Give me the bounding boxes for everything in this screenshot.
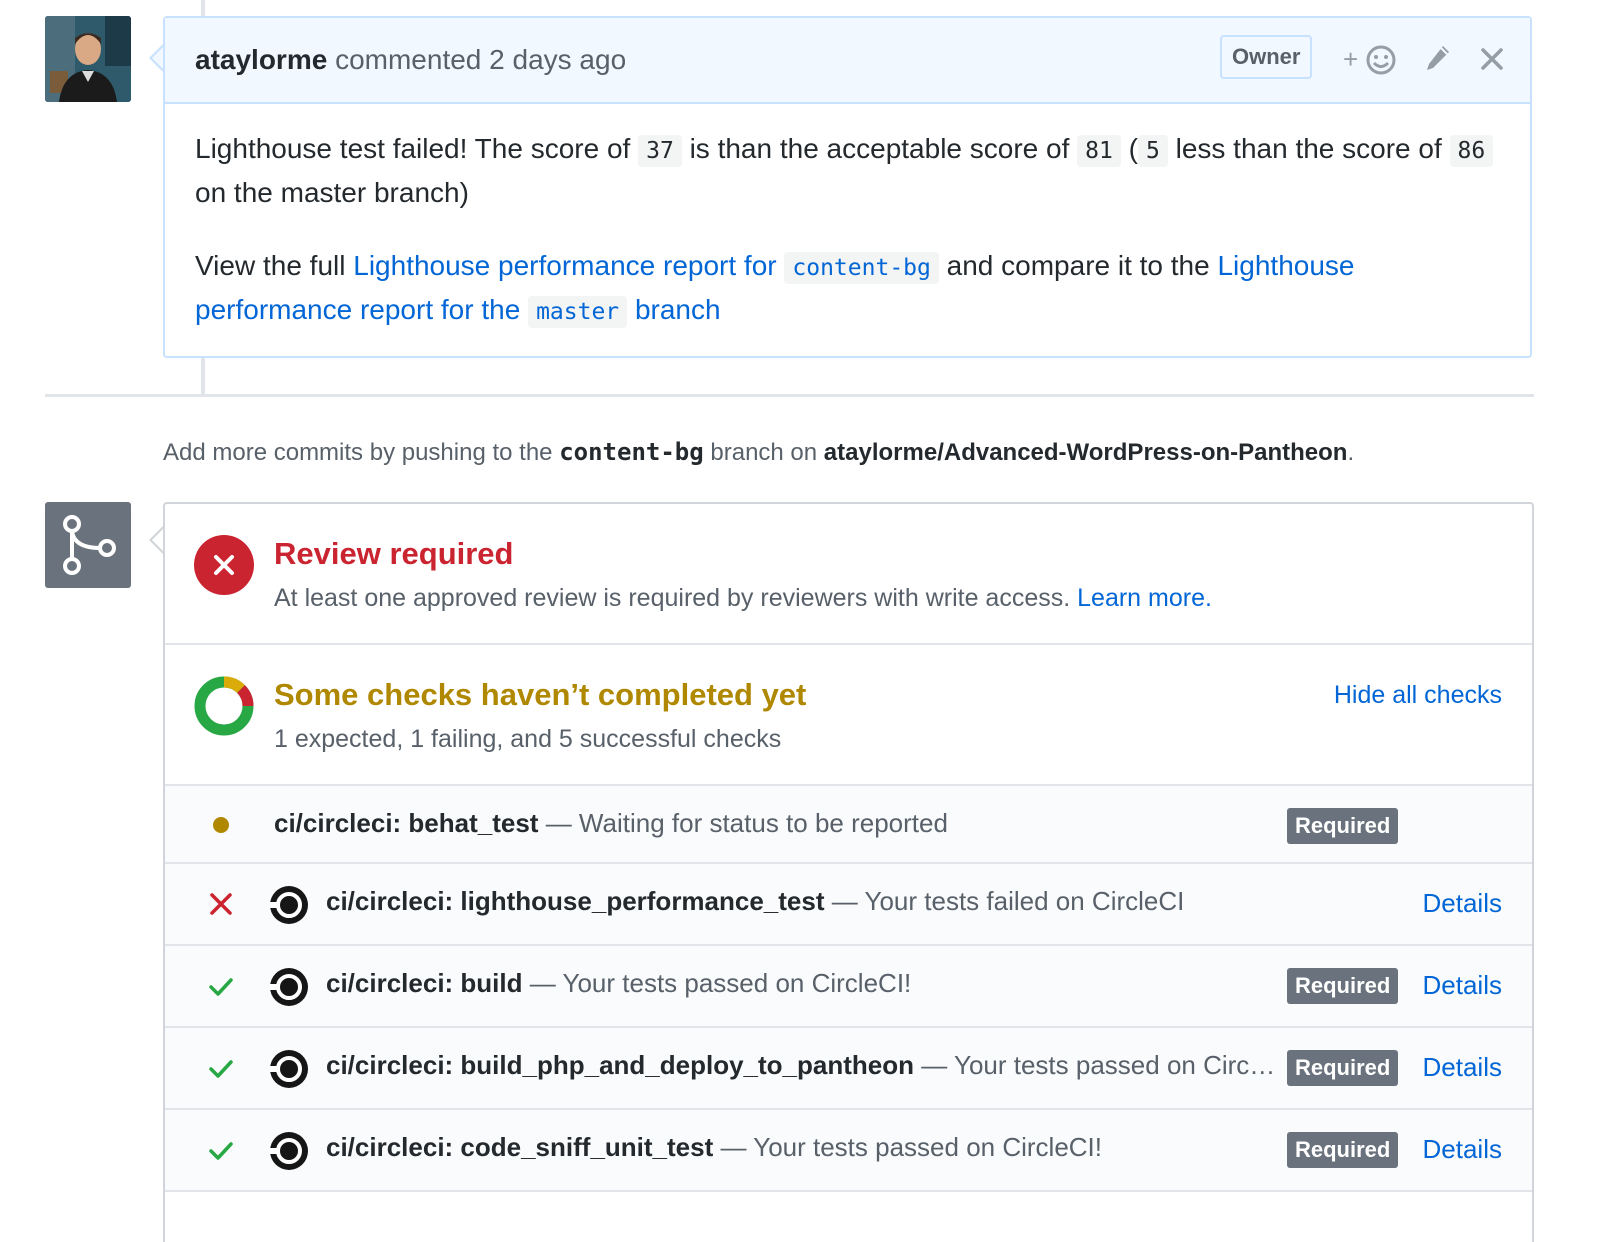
check-desc: — Your tests passed on CircleCI! bbox=[921, 1050, 1281, 1080]
pending-dot-icon bbox=[213, 817, 229, 833]
check-row-build: ci/circleci: build — Your tests passed o… bbox=[165, 946, 1532, 1028]
timeline-line-top bbox=[201, 0, 205, 16]
comment-body: Lighthouse test failed! The score of 37 … bbox=[165, 104, 1530, 333]
add-reaction-plus: + bbox=[1343, 44, 1359, 74]
comment-paragraph-1: Lighthouse test failed! The score of 37 … bbox=[195, 128, 1500, 213]
timeline-divider bbox=[45, 394, 1534, 397]
owner-badge: Owner bbox=[1220, 35, 1313, 79]
text: and compare it to the bbox=[946, 250, 1210, 281]
comment-author[interactable]: ataylorme bbox=[195, 44, 327, 75]
branch-name: content-bg bbox=[559, 438, 704, 466]
required-badge: Required bbox=[1287, 1050, 1399, 1086]
text: less than the score of bbox=[1175, 133, 1442, 164]
check-icon bbox=[209, 1142, 233, 1160]
add-reaction-button[interactable]: + bbox=[1343, 44, 1403, 78]
required-badge: Required bbox=[1287, 968, 1399, 1004]
learn-more-link[interactable]: Learn more. bbox=[1077, 584, 1212, 612]
check-text: ci/circleci: build_php_and_deploy_to_pan… bbox=[326, 1050, 1281, 1081]
x-icon bbox=[210, 893, 232, 915]
check-text: ci/circleci: build — Your tests passed o… bbox=[326, 968, 1276, 999]
checks-progress-icon bbox=[194, 676, 254, 736]
circleci-logo-icon bbox=[270, 886, 308, 924]
report-link-branch[interactable]: Lighthouse performance report for conten… bbox=[353, 250, 939, 284]
comment-action: commented bbox=[335, 44, 482, 75]
score-code: 37 bbox=[638, 135, 682, 167]
close-icon[interactable] bbox=[1479, 46, 1505, 72]
check-desc: — Your tests passed on CircleCI! bbox=[529, 968, 912, 998]
checks-desc: 1 expected, 1 failing, and 5 successful … bbox=[274, 725, 782, 753]
diff-code: 5 bbox=[1137, 135, 1168, 167]
check-desc: — Your tests failed on CircleCI bbox=[831, 886, 1185, 916]
merge-status-box: Review required At least one approved re… bbox=[163, 502, 1534, 1242]
text: Lighthouse test failed! The score of bbox=[195, 133, 631, 164]
check-row-code-sniff: ci/circleci: code_sniff_unit_test — Your… bbox=[165, 1110, 1532, 1192]
details-link[interactable]: Details bbox=[1423, 1134, 1502, 1165]
comment-box: ataylorme commented 2 days ago Owner + L… bbox=[163, 16, 1532, 358]
link-text: Lighthouse performance report for bbox=[353, 250, 777, 281]
check-desc: — Your tests passed on CircleCI! bbox=[720, 1132, 1103, 1162]
text: At least one approved review is required… bbox=[274, 584, 1071, 612]
text: View the full bbox=[195, 250, 346, 281]
check-name: ci/circleci: code_sniff_unit_test bbox=[326, 1132, 714, 1162]
master-code: master bbox=[528, 296, 628, 328]
master-score-code: 86 bbox=[1449, 135, 1494, 167]
comment-header: ataylorme commented 2 days ago Owner + bbox=[165, 18, 1530, 104]
author-avatar[interactable] bbox=[45, 16, 131, 102]
circleci-logo-icon bbox=[270, 1050, 308, 1088]
check-name: ci/circleci: build bbox=[326, 968, 523, 998]
check-icon bbox=[209, 978, 233, 996]
checks-list: ci/circleci: behat_test — Waiting for st… bbox=[165, 786, 1532, 1192]
details-link[interactable]: Details bbox=[1423, 888, 1502, 919]
text: on the master branch) bbox=[195, 177, 469, 208]
timeline-line-middle bbox=[201, 358, 205, 394]
check-text: ci/circleci: behat_test — Waiting for st… bbox=[274, 808, 1274, 839]
acceptable-score-code: 81 bbox=[1077, 135, 1121, 167]
comment-paragraph-2: View the full Lighthouse performance rep… bbox=[195, 245, 1500, 333]
text: ( bbox=[1128, 133, 1138, 164]
text: Add more commits by pushing to the bbox=[163, 439, 553, 466]
circleci-logo-icon bbox=[270, 968, 308, 1006]
git-merge-icon bbox=[45, 502, 131, 588]
review-required-section: Review required At least one approved re… bbox=[165, 504, 1532, 645]
check-name: ci/circleci: behat_test bbox=[274, 808, 539, 838]
branch-code: content-bg bbox=[784, 252, 939, 284]
details-link[interactable]: Details bbox=[1423, 1052, 1502, 1083]
review-title: Review required bbox=[274, 536, 514, 571]
link-text: branch bbox=[634, 294, 721, 325]
comment-meta: ataylorme commented 2 days ago bbox=[195, 44, 626, 76]
push-note: Add more commits by pushing to the conte… bbox=[163, 438, 1354, 467]
details-link[interactable]: Details bbox=[1423, 970, 1502, 1001]
check-row-deploy: ci/circleci: build_php_and_deploy_to_pan… bbox=[165, 1028, 1532, 1110]
checks-title: Some checks haven’t completed yet bbox=[274, 677, 807, 712]
review-desc: At least one approved review is required… bbox=[274, 584, 1212, 613]
check-text: ci/circleci: lighthouse_performance_test… bbox=[326, 886, 1256, 917]
check-row-lighthouse: ci/circleci: lighthouse_performance_test… bbox=[165, 864, 1532, 946]
review-failed-icon bbox=[194, 535, 254, 595]
hide-all-checks-link[interactable]: Hide all checks bbox=[1334, 681, 1502, 710]
smiley-icon bbox=[1366, 45, 1396, 75]
required-badge: Required bbox=[1287, 808, 1399, 844]
text: branch on bbox=[710, 439, 818, 466]
check-name: ci/circleci: build_php_and_deploy_to_pan… bbox=[326, 1050, 914, 1080]
check-text: ci/circleci: code_sniff_unit_test — Your… bbox=[326, 1132, 1276, 1163]
text: is than the acceptable score of bbox=[689, 133, 1070, 164]
circleci-logo-icon bbox=[270, 1132, 308, 1170]
comment-time[interactable]: 2 days ago bbox=[489, 44, 626, 75]
checks-section: Some checks haven’t completed yet 1 expe… bbox=[165, 645, 1532, 786]
required-badge: Required bbox=[1287, 1132, 1399, 1168]
pencil-icon[interactable] bbox=[1423, 42, 1453, 74]
text: . bbox=[1347, 439, 1355, 466]
check-desc: — Waiting for status to be reported bbox=[545, 808, 948, 838]
check-name: ci/circleci: lighthouse_performance_test bbox=[326, 886, 825, 916]
check-row-behat: ci/circleci: behat_test — Waiting for st… bbox=[165, 786, 1532, 864]
check-icon bbox=[209, 1060, 233, 1078]
repo-name: ataylorme/Advanced-WordPress-on-Pantheon bbox=[823, 439, 1348, 466]
